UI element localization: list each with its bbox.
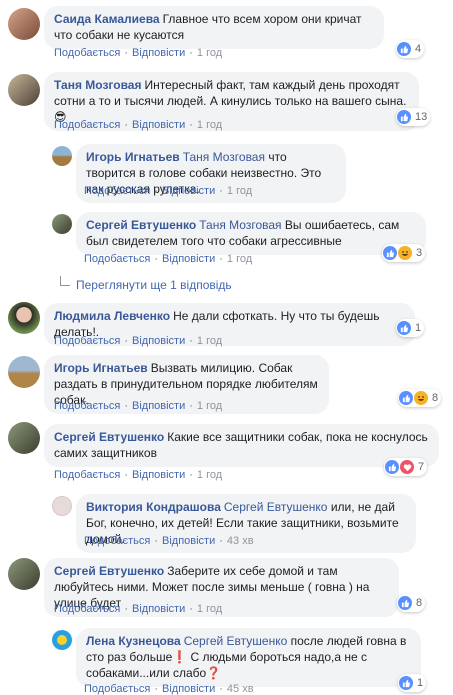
like-icon [397,42,411,56]
mention[interactable]: Таня Мозговая [199,218,281,232]
reaction-count[interactable]: 1 [396,319,425,337]
avatar[interactable] [52,630,72,650]
comment-author[interactable]: Саида Камалиева [54,12,160,26]
avatar[interactable] [8,8,40,40]
comment-bubble: Лена Кузнецова Сергей Евтушенко после люд… [76,628,421,687]
reply-link[interactable]: Відповісти [132,47,185,59]
reaction-count[interactable]: 8 [397,594,426,612]
comment-author[interactable]: Сергей Евтушенко [54,564,164,578]
reply-link[interactable]: Відповісти [162,683,215,695]
like-link[interactable]: Подобається [54,47,120,59]
comment-time[interactable]: 1 год [227,253,252,265]
reply-link[interactable]: Відповісти [132,603,185,615]
reply-arrow-icon [60,276,70,286]
mention[interactable]: Таня Мозговая [183,150,265,164]
comment-author[interactable]: Сергей Евтушенко [86,218,196,232]
comment-time[interactable]: 1 год [197,603,222,615]
reply-link[interactable]: Відповісти [132,400,185,412]
reply-link[interactable]: Відповісти [132,119,185,131]
comment-author[interactable]: Лена Кузнецова [86,634,181,648]
comment-actions: Подобається · Відповісти · 45 хв [84,683,254,695]
comment-time[interactable]: 1 год [197,400,222,412]
reply-link[interactable]: Відповісти [162,185,215,197]
like-link[interactable]: Подобається [84,535,150,547]
like-icon [398,596,412,610]
comment-author[interactable]: Людмила Левченко [54,309,170,323]
like-link[interactable]: Подобається [84,185,150,197]
like-icon [399,391,413,405]
avatar[interactable] [8,302,40,334]
comment-actions: Подобається · Відповісти · 1 год [54,469,223,481]
reaction-count[interactable]: 4 [396,40,425,58]
comment-time[interactable]: 1 год [197,119,222,131]
avatar[interactable] [52,214,72,234]
avatar[interactable] [8,422,40,454]
comment-author[interactable]: Игорь Игнатьев [54,361,148,375]
comment-actions: Подобається · Відповісти · 1 год [84,253,253,265]
like-icon [397,321,411,335]
avatar[interactable] [52,146,72,166]
comment-author[interactable]: Таня Мозговая [54,78,142,92]
view-more-replies-link[interactable]: Переглянути ще 1 відповідь [76,278,232,292]
comment-time[interactable]: 1 год [197,47,222,59]
like-link[interactable]: Подобається [54,119,120,131]
mention[interactable]: Сергей Евтушенко [184,634,288,648]
comment-time[interactable]: 43 хв [227,535,254,547]
reaction-count[interactable]: 13 [396,108,431,126]
default-avatar-icon [57,635,67,645]
comment-actions: Подобається · Відповісти · 1 год [54,400,223,412]
comment-bubble: Сергей Евтушенко Таня Мозговая Вы ошибает… [76,212,426,255]
comment-author[interactable]: Сергей Евтушенко [54,430,164,444]
reply-link[interactable]: Відповісти [162,535,215,547]
comment-actions: Подобається · Відповісти · 43 хв [84,535,254,547]
comment-bubble: Саида Камалиева Главное что всем хором он… [44,6,384,49]
like-link[interactable]: Подобається [84,683,150,695]
mention[interactable]: Сергей Евтушенко [224,500,328,514]
like-link[interactable]: Подобається [84,253,150,265]
reaction-count[interactable]: 1 [398,674,427,692]
comment-time[interactable]: 1 год [197,335,222,347]
avatar[interactable] [8,356,40,388]
reply-link[interactable]: Відповісти [132,335,185,347]
comment-actions: Подобається · Відповісти · 1 год [84,185,253,197]
haha-icon [414,391,428,405]
like-link[interactable]: Подобається [54,603,120,615]
like-icon [399,676,413,690]
reaction-count[interactable]: 8 [398,389,442,407]
comment-actions: Подобається · Відповісти · 1 год [54,119,223,131]
avatar[interactable] [52,496,72,516]
comment-author[interactable]: Игорь Игнатьев [86,150,180,164]
comment-actions: Подобається · Відповісти · 1 год [54,603,223,615]
reaction-count[interactable]: 7 [384,458,428,476]
love-icon [400,460,414,474]
like-icon [397,110,411,124]
comment-time[interactable]: 1 год [197,469,222,481]
reply-link[interactable]: Відповісти [132,469,185,481]
like-link[interactable]: Подобається [54,400,120,412]
comment-time[interactable]: 45 хв [227,683,254,695]
avatar[interactable] [8,74,40,106]
reaction-count[interactable]: 3 [382,244,426,262]
comment-bubble: Сергей Евтушенко Какие все защитники соба… [44,424,439,467]
reply-link[interactable]: Відповісти [162,253,215,265]
avatar[interactable] [8,558,40,590]
comment-author[interactable]: Виктория Кондрашова [86,500,221,514]
like-icon [385,460,399,474]
comment-actions: Подобається · Відповісти · 1 год [54,335,223,347]
like-link[interactable]: Подобається [54,335,120,347]
like-icon [383,246,397,260]
comment-time[interactable]: 1 год [227,185,252,197]
comment-actions: Подобається · Відповісти · 1 год [54,47,223,59]
like-link[interactable]: Подобається [54,469,120,481]
haha-icon [398,246,412,260]
